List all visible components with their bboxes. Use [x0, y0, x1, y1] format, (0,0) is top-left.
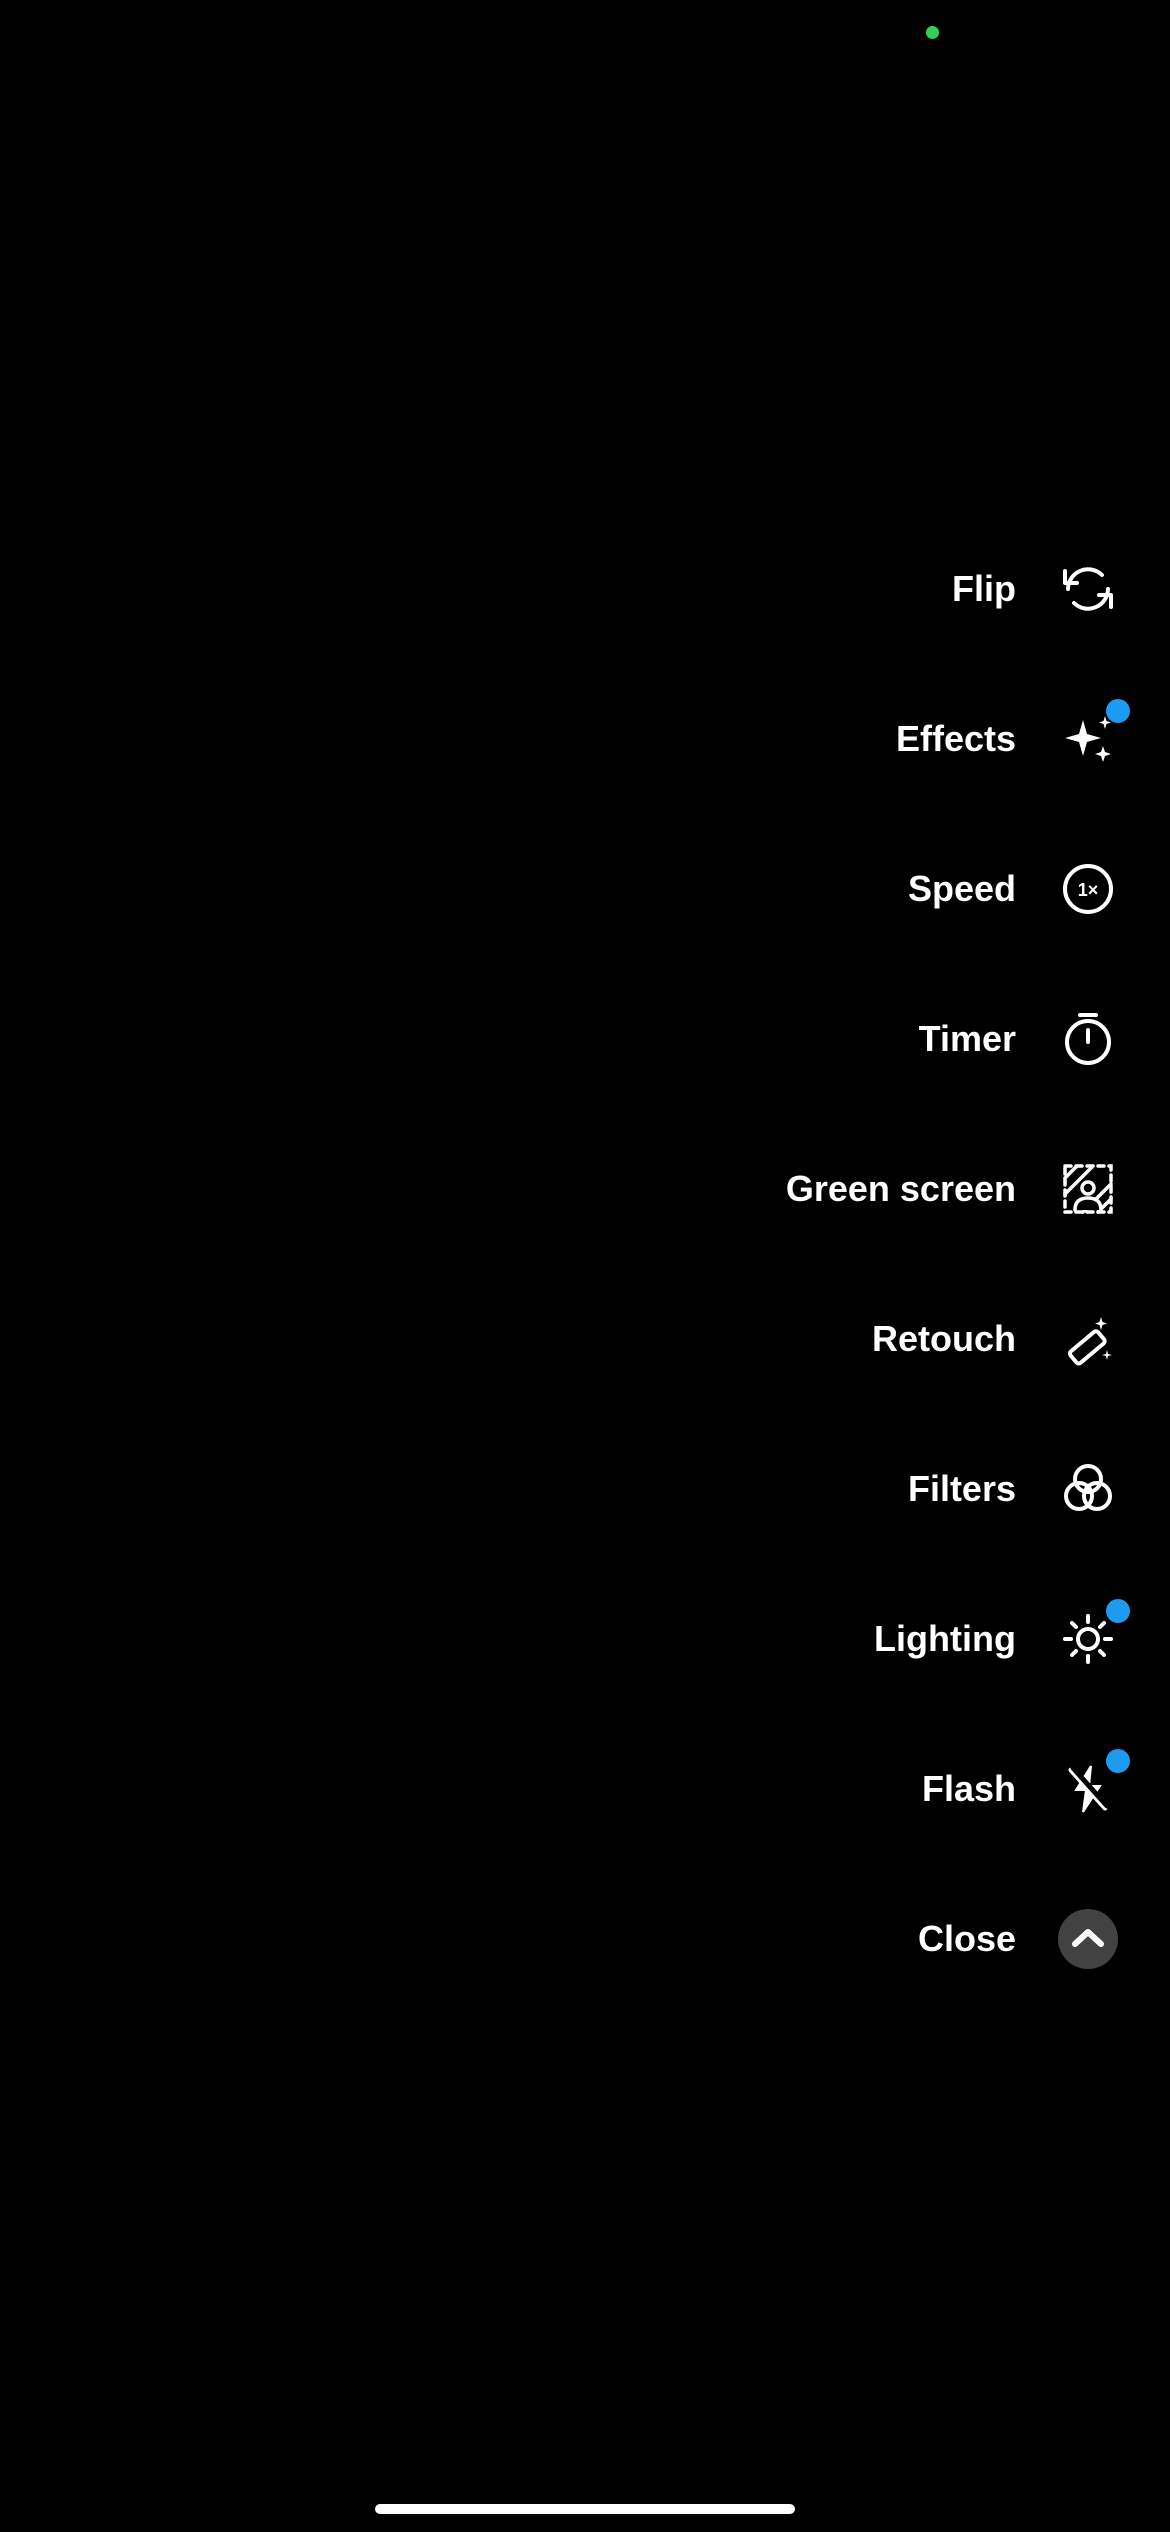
tool-label: Filters — [908, 1468, 1016, 1510]
speed-icon: 1× — [1058, 859, 1118, 919]
camera-tools-sidebar: Flip Effects Speed 1× — [786, 559, 1118, 1969]
new-badge — [1106, 699, 1130, 723]
flip-button[interactable]: Flip — [952, 559, 1118, 619]
chevron-up-icon — [1058, 1909, 1118, 1969]
home-indicator[interactable] — [375, 2504, 795, 2514]
tool-label: Flip — [952, 568, 1016, 610]
timer-icon — [1058, 1009, 1118, 1069]
speed-button[interactable]: Speed 1× — [908, 859, 1118, 919]
flash-off-icon — [1058, 1759, 1118, 1819]
effects-button[interactable]: Effects — [896, 709, 1118, 769]
tool-label: Lighting — [874, 1618, 1016, 1660]
filters-button[interactable]: Filters — [908, 1459, 1118, 1519]
speed-value: 1× — [1078, 880, 1099, 900]
effects-icon — [1058, 709, 1118, 769]
tool-label: Retouch — [872, 1318, 1016, 1360]
tool-label: Green screen — [786, 1168, 1016, 1210]
lighting-button[interactable]: Lighting — [874, 1609, 1118, 1669]
retouch-icon — [1058, 1309, 1118, 1369]
new-badge — [1106, 1749, 1130, 1773]
green-screen-button[interactable]: Green screen — [786, 1159, 1118, 1219]
filters-icon — [1058, 1459, 1118, 1519]
tool-label: Close — [918, 1918, 1016, 1960]
flash-button[interactable]: Flash — [922, 1759, 1118, 1819]
timer-button[interactable]: Timer — [919, 1009, 1118, 1069]
tool-label: Effects — [896, 718, 1016, 760]
retouch-button[interactable]: Retouch — [872, 1309, 1118, 1369]
flip-icon — [1058, 559, 1118, 619]
lighting-icon — [1058, 1609, 1118, 1669]
camera-active-dot — [926, 26, 939, 39]
tool-label: Flash — [922, 1768, 1016, 1810]
tool-label: Speed — [908, 868, 1016, 910]
new-badge — [1106, 1599, 1130, 1623]
green-screen-icon — [1058, 1159, 1118, 1219]
tool-label: Timer — [919, 1018, 1016, 1060]
close-button[interactable]: Close — [918, 1909, 1118, 1969]
